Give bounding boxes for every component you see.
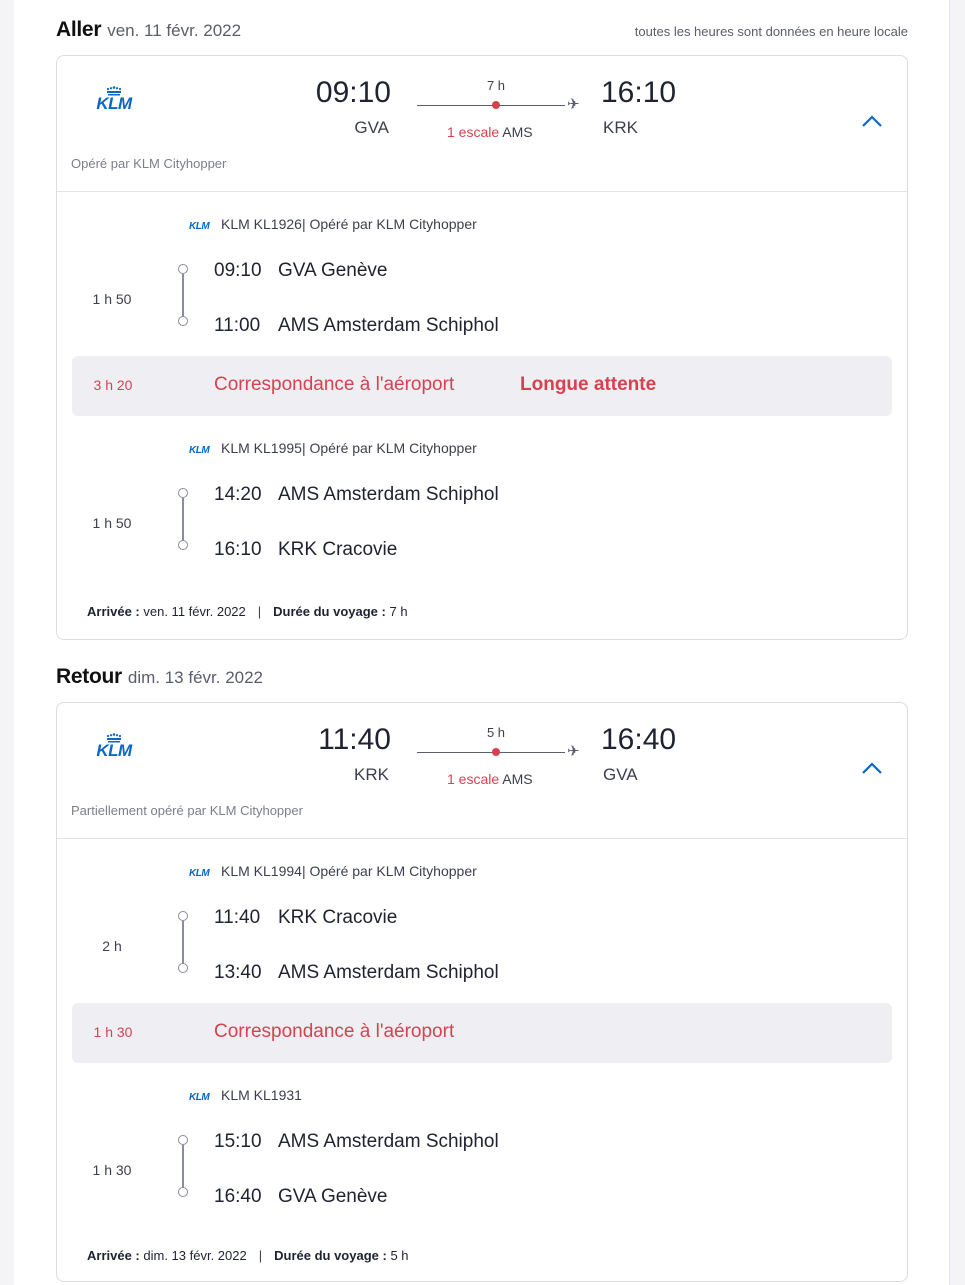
return-title: Retour	[56, 665, 122, 688]
plane-icon: ✈	[567, 96, 580, 113]
segment-timeline	[177, 1135, 191, 1197]
arrival-code: KRK	[603, 118, 638, 137]
segment-flight-label: KLM KL1931	[221, 1087, 302, 1103]
connection-banner: 3 h 20 Correspondance à l'aéroport Longu…	[72, 356, 892, 416]
right-panel-edge	[949, 0, 965, 1285]
klm-logo-text: KLM	[96, 741, 132, 760]
departure-time: 11:40	[318, 723, 391, 756]
connection-duration: 1 h 30	[93, 1024, 133, 1040]
connection-label: Correspondance à l'aéroport	[214, 1021, 455, 1042]
outbound-header: Aller ven. 11 févr. 2022 toutes les heur…	[56, 18, 908, 42]
stops-count: 1 escale	[447, 771, 500, 787]
connection-label: Correspondance à l'aéroport	[214, 374, 455, 395]
route-track	[417, 105, 565, 106]
segment-arrival: 11:00 AMS Amsterdam Schiphol	[214, 315, 499, 336]
return-header: Retour dim. 13 févr. 2022	[56, 665, 908, 689]
outbound-card: KLM Opéré par KLM Cityhopper 09:10 GVA 7…	[56, 55, 908, 640]
segment-duration: 1 h 50	[92, 291, 132, 307]
segment-flight-info: KLM KLM KL1931	[189, 1087, 302, 1103]
klm-mini-logo-icon: KLM	[189, 445, 210, 456]
arrival-time: 16:40	[601, 723, 677, 756]
connection-banner: 1 h 30 Correspondance à l'aéroport	[72, 1003, 892, 1063]
segment-flight-label: KLM KL1926| Opéré par KLM Cityhopper	[221, 216, 477, 232]
segment-timeline	[177, 911, 191, 973]
operated-by: Partiellement opéré par KLM Cityhopper	[71, 803, 303, 818]
klm-mini-logo-icon: KLM	[189, 221, 210, 232]
segment-departure: 09:10 GVA Genève	[214, 260, 388, 281]
klm-logo: KLM	[87, 86, 141, 116]
segment-flight-label: KLM KL1994| Opéré par KLM Cityhopper	[221, 863, 477, 879]
stops-airport: AMS	[502, 771, 533, 787]
segment-arrival: 16:40 GVA Genève	[214, 1186, 388, 1207]
segment-flight-info: KLM KLM KL1926| Opéré par KLM Cityhopper	[189, 216, 477, 232]
segment-flight-info: KLM KLM KL1995| Opéré par KLM Cityhopper	[189, 440, 477, 456]
trip-footer: Arrivée : ven. 11 févr. 2022 | Durée du vo…	[87, 604, 408, 619]
segment-departure: 11:40 KRK Cracovie	[214, 907, 398, 928]
stops-info: 1 escale AMS	[447, 771, 587, 787]
stop-dot	[492, 748, 500, 756]
stops-count: 1 escale	[447, 124, 500, 140]
segment-duration: 1 h 50	[92, 515, 132, 531]
route-track	[417, 752, 565, 753]
segment-arrival: 13:40 AMS Amsterdam Schiphol	[214, 962, 499, 983]
outbound-date: ven. 11 févr. 2022	[107, 21, 242, 40]
chevron-up-icon[interactable]	[860, 112, 884, 130]
arrival-code: GVA	[603, 765, 638, 784]
klm-logo-text: KLM	[96, 94, 132, 113]
klm-mini-logo-icon: KLM	[189, 868, 210, 879]
route-line: 7 h ✈ 1 escale AMS	[417, 78, 587, 148]
total-duration: 5 h	[486, 725, 506, 740]
stop-dot	[492, 101, 500, 109]
chevron-up-icon[interactable]	[860, 759, 884, 777]
arrival-time: 16:10	[601, 76, 677, 109]
local-time-note: toutes les heures sont données en heure …	[634, 24, 908, 39]
segment-timeline	[177, 488, 191, 550]
connection-duration: 3 h 20	[93, 377, 133, 393]
trip-footer: Arrivée : dim. 13 févr. 2022 | Durée du vo…	[87, 1248, 409, 1263]
klm-logo: KLM	[87, 733, 141, 763]
operated-by: Opéré par KLM Cityhopper	[71, 156, 227, 171]
segment-arrival: 16:10 KRK Cracovie	[214, 539, 398, 560]
segment-flight-info: KLM KLM KL1994| Opéré par KLM Cityhopper	[189, 863, 477, 879]
stops-airport: AMS	[502, 124, 533, 140]
return-card: KLM Partiellement opéré par KLM Cityhopp…	[56, 702, 908, 1282]
segment-departure: 15:10 AMS Amsterdam Schiphol	[214, 1131, 499, 1152]
return-summary[interactable]: KLM Partiellement opéré par KLM Cityhopp…	[57, 703, 907, 839]
segment-duration: 1 h 30	[92, 1162, 132, 1178]
return-date: dim. 13 févr. 2022	[127, 668, 264, 687]
departure-code: KRK	[354, 765, 389, 784]
segment-departure: 14:20 AMS Amsterdam Schiphol	[214, 484, 499, 505]
plane-icon: ✈	[567, 743, 580, 760]
total-duration: 7 h	[486, 78, 506, 93]
segment-flight-label: KLM KL1995| Opéré par KLM Cityhopper	[221, 440, 477, 456]
klm-mini-logo-icon: KLM	[189, 1092, 210, 1103]
long-wait-warning: Longue attente	[520, 374, 657, 395]
route-line: 5 h ✈ 1 escale AMS	[417, 725, 587, 795]
outbound-title: Aller	[56, 18, 102, 41]
outbound-summary[interactable]: KLM Opéré par KLM Cityhopper 09:10 GVA 7…	[57, 56, 907, 192]
stops-info: 1 escale AMS	[447, 124, 587, 140]
departure-time: 09:10	[315, 76, 391, 109]
segment-duration: 2 h	[102, 938, 122, 954]
departure-code: GVA	[354, 118, 389, 137]
segment-timeline	[177, 264, 191, 326]
